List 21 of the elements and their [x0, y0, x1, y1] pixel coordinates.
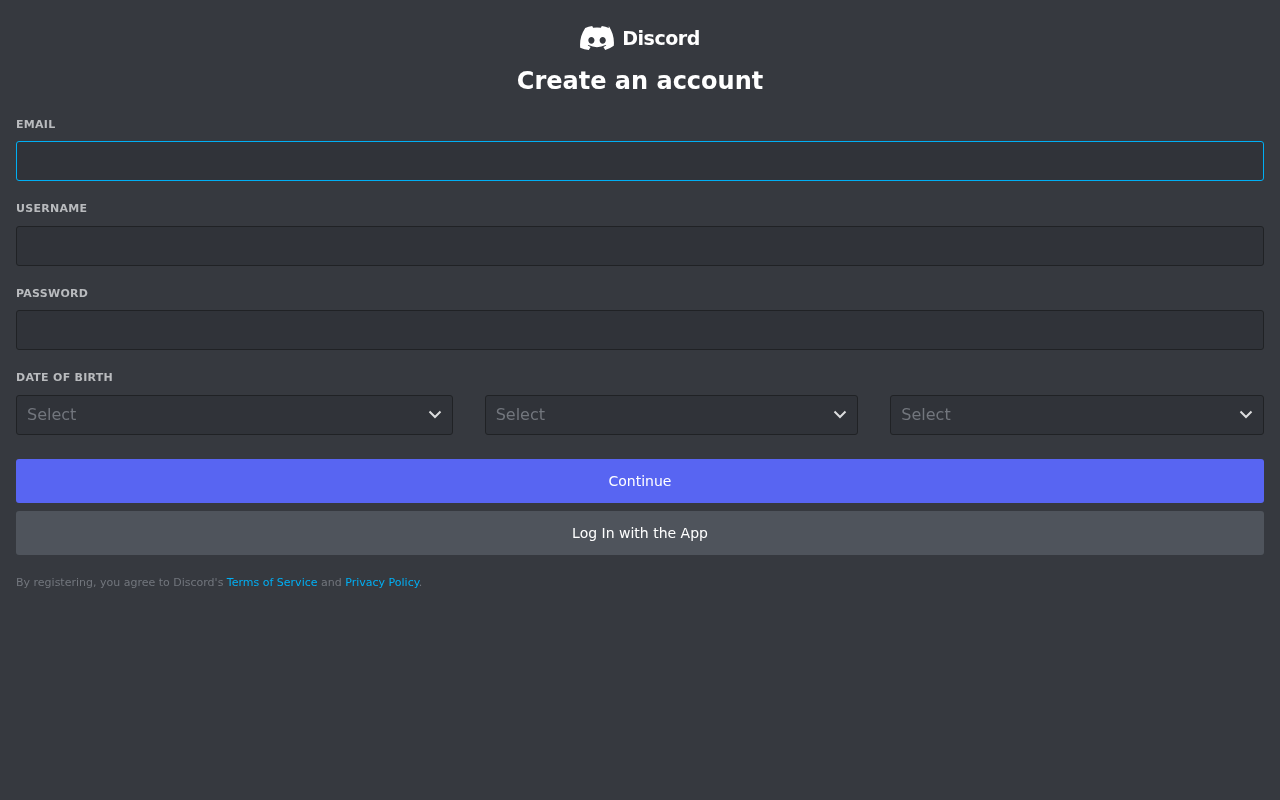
field-label: EMAIL [16, 116, 57, 133]
input-field[interactable] [16, 310, 1264, 350]
input-field[interactable] [16, 141, 1264, 181]
select-dropdown[interactable]: Select [890, 394, 1264, 435]
select-dropdown[interactable]: Select [16, 394, 453, 435]
chevron-down-icon [427, 410, 442, 419]
page-title: Create an account [515, 65, 765, 97]
chevron-down-icon [1239, 410, 1253, 419]
field-label: USERNAME [16, 201, 89, 217]
brand-name: Discord [622, 26, 700, 51]
chevron-down-icon [833, 410, 848, 419]
continue-button[interactable]: Continue [16, 458, 1264, 503]
field-label: PASSWORD [16, 285, 90, 302]
game-controller-logo-icon [580, 26, 615, 51]
legal-link[interactable]: Terms of Service [226, 575, 318, 589]
app-login-button[interactable]: Log In with the App [16, 510, 1264, 555]
select-dropdown[interactable]: Select [484, 394, 859, 435]
field-label: DATE OF BIRTH [16, 370, 115, 386]
legal-notice: By registering, you agree to Discord's Terms of Service and Privacy Policy. [16, 574, 424, 591]
input-field[interactable] [16, 225, 1264, 266]
legal-link[interactable]: Privacy Policy [345, 575, 419, 589]
